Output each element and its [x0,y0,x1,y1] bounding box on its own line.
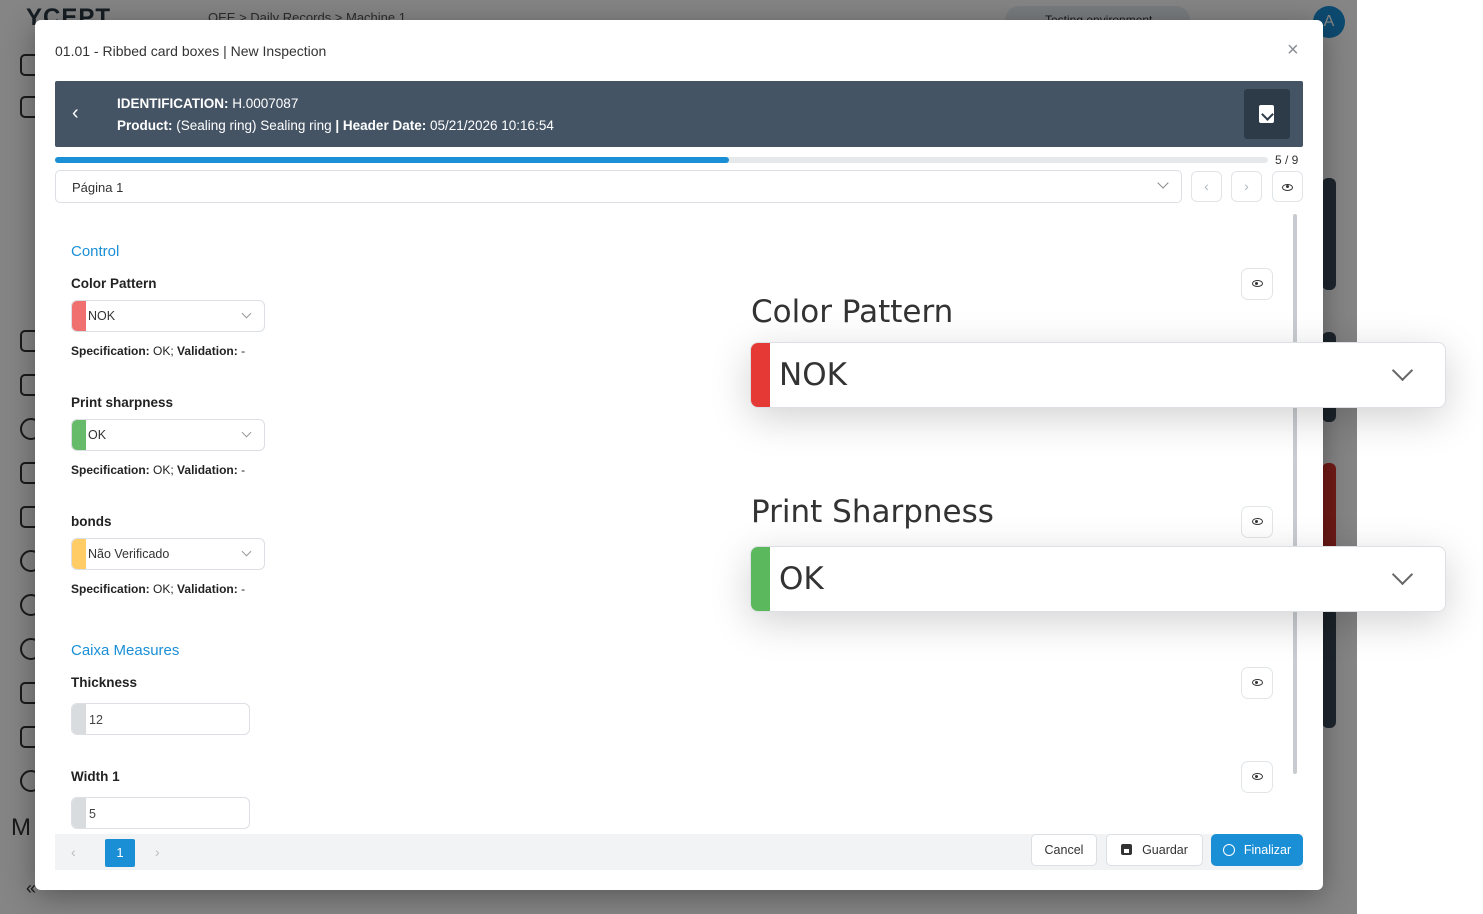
identification-line: IDENTIFICATION: H.0007087 [117,96,298,111]
eye-icon [1251,773,1263,781]
zoom-color-pattern-select[interactable]: NOK [750,342,1446,408]
identification-label: IDENTIFICATION: [117,96,229,111]
page-select[interactable]: Página 1 [55,170,1182,203]
input-strip [72,704,86,734]
finish-button[interactable]: Finalizar [1211,834,1303,866]
zoom-title-print-sharpness: Print Sharpness [751,494,994,530]
zoom-title-color-pattern: Color Pattern [751,294,954,330]
spec-label: Specification: [71,582,150,596]
pagination-prev[interactable]: ‹ [71,844,76,860]
spec-value: OK; [153,463,174,477]
print-sharpness-spec: Specification: OK; Validation: - [71,463,245,477]
document-download-icon [1259,105,1274,123]
inspection-modal: 01.01 - Ribbed card boxes | New Inspecti… [35,20,1323,890]
print-sharpness-select[interactable]: OK [71,419,265,451]
chevron-down-icon [241,308,252,319]
prev-page-button[interactable]: ‹ [1191,171,1222,202]
finish-label: Finalizar [1243,843,1292,857]
width-1-value: 5 [89,807,96,821]
inspection-header: ‹ IDENTIFICATION: H.0007087 Product: (Se… [55,81,1303,147]
bonds-value: Não Verificado [88,547,170,561]
chevron-down-icon [241,546,252,557]
next-page-button[interactable]: › [1231,171,1262,202]
eye-icon [1251,518,1263,526]
download-document-button[interactable] [1244,89,1290,139]
chevron-down-icon [1391,563,1414,586]
eye-icon [1251,679,1263,687]
field-label-width-1: Width 1 [71,769,120,784]
progress-fill [55,157,729,163]
validation-label: Validation: [177,344,238,358]
validation-value: - [241,344,246,358]
close-icon[interactable]: × [1287,40,1299,60]
eye-icon [1251,280,1263,288]
zoom-color-pattern-value: NOK [779,357,847,393]
zoom-print-sharpness-select[interactable]: OK [750,546,1446,612]
cancel-label: Cancel [1044,843,1084,857]
spec-value: OK; [153,582,174,596]
field-label-bonds: bonds [71,514,112,529]
status-strip [72,420,86,450]
thickness-value: 12 [89,713,103,727]
status-strip [751,547,770,611]
section-title-control: Control [71,243,120,260]
width-1-preview-button[interactable] [1241,761,1273,793]
identification-value: H.0007087 [232,96,299,111]
save-button[interactable]: Guardar [1106,834,1203,866]
field-label-thickness: Thickness [71,675,138,690]
save-icon [1121,844,1133,855]
chevron-down-icon [1157,177,1169,189]
section-title-caixa-measures: Caixa Measures [71,642,180,659]
scrollbar[interactable] [1293,214,1297,774]
modal-footer: ‹ 1 › Cancel Guardar Finalizar [55,834,1303,870]
field-label-color-pattern: Color Pattern [71,276,157,291]
color-pattern-spec: Specification: OK; Validation: - [71,344,245,358]
progress-counter: 5 / 9 [1275,153,1299,167]
input-strip [72,798,86,828]
color-pattern-value: NOK [88,309,116,323]
page-select-value: Página 1 [72,180,124,195]
product-label: Product: [117,118,173,133]
pagination-next[interactable]: › [155,844,160,860]
print-sharpness-preview-button[interactable] [1241,506,1273,538]
spec-value: OK; [153,344,174,358]
status-strip [72,539,86,569]
validation-value: - [241,582,246,596]
preview-button[interactable] [1272,171,1303,202]
thickness-input[interactable]: 12 [71,703,250,735]
header-date-label: Header Date: [342,118,427,133]
save-label: Guardar [1142,843,1188,857]
progress-bar [55,157,1268,163]
validation-value: - [241,463,246,477]
check-circle-icon [1222,844,1235,856]
print-sharpness-value: OK [88,428,107,442]
thickness-preview-button[interactable] [1241,667,1273,699]
header-separator: | [335,118,340,133]
validation-label: Validation: [177,582,238,596]
zoom-print-sharpness-value: OK [779,561,824,597]
field-label-print-sharpness: Print sharpness [71,395,174,410]
color-pattern-select[interactable]: NOK [71,300,265,332]
eye-icon [1282,183,1293,191]
spec-label: Specification: [71,344,150,358]
status-strip [72,301,86,331]
modal-title: 01.01 - Ribbed card boxes | New Inspecti… [55,43,327,59]
product-value: (Sealing ring) Sealing ring [176,118,332,133]
cancel-button[interactable]: Cancel [1031,834,1097,866]
back-arrow-icon[interactable]: ‹ [72,102,79,125]
header-date-value: 05/21/2026 10:16:54 [429,118,554,133]
width-1-input[interactable]: 5 [71,797,250,829]
pagination-page-1[interactable]: 1 [105,839,135,867]
color-pattern-preview-button[interactable] [1241,268,1273,300]
chevron-down-icon [241,427,252,438]
bonds-select[interactable]: Não Verificado [71,538,265,570]
chevron-down-icon [1391,359,1414,382]
spec-label: Specification: [71,463,150,477]
product-line: Product: (Sealing ring) Sealing ring | H… [117,118,554,133]
bonds-spec: Specification: OK; Validation: - [71,582,245,596]
form-area: Control Color Pattern NOK Specification:… [55,210,1303,834]
status-strip [751,343,770,407]
validation-label: Validation: [177,463,238,477]
